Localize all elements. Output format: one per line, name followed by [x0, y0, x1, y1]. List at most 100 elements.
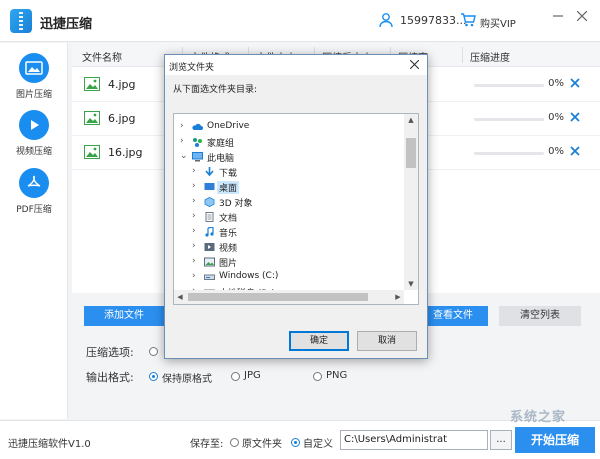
sidebar-item-label: 图片压缩	[15, 90, 52, 100]
progress-percent: 0%	[548, 78, 564, 89]
app-title: 迅捷压缩	[40, 17, 93, 32]
chevron-right-icon[interactable]: ›	[192, 271, 201, 281]
picture-icon	[204, 257, 215, 267]
save-option-label[interactable]: 自定义	[303, 435, 333, 450]
progress-bar	[474, 152, 544, 155]
tree-node[interactable]: ⌄ 此电脑	[180, 150, 380, 165]
chevron-right-icon[interactable]: ›	[192, 241, 201, 251]
pdf-icon	[19, 168, 49, 198]
progress-percent: 0%	[548, 146, 564, 157]
output-format-label: 输出格式:	[86, 371, 134, 384]
tree-node[interactable]: › Windows (C:)	[192, 270, 392, 285]
tree-node[interactable]: › 视频	[192, 240, 392, 255]
format-png-radio[interactable]	[313, 372, 322, 381]
save-option-label[interactable]: 原文件夹	[242, 435, 282, 450]
tree-node[interactable]: › 3D 对象	[192, 195, 392, 210]
scroll-down-icon[interactable]: ▼	[404, 278, 418, 290]
scroll-thumb[interactable]	[406, 138, 416, 168]
tree-node[interactable]: › 图片	[192, 255, 392, 270]
tree-node[interactable]: › 下载	[192, 165, 392, 180]
homegroup-icon	[192, 137, 203, 147]
add-file-button[interactable]: 添加文件	[84, 306, 164, 326]
scroll-left-icon[interactable]: ◀	[174, 290, 186, 304]
save-custom-radio[interactable]	[291, 438, 300, 447]
user-icon[interactable]	[378, 12, 394, 28]
browse-folder-dialog: 浏览文件夹 从下面选文件夹目录: › OneDrive › 家庭组 ⌄ 此电脑 › 下载 › 桌面…	[164, 54, 428, 359]
folder-tree[interactable]: › OneDrive › 家庭组 ⌄ 此电脑 › 下载 › 桌面 › 3D 对象 › 文档 › 音乐 › 视频 › 图…	[173, 113, 419, 305]
scroll-right-icon[interactable]: ▶	[392, 290, 404, 304]
chevron-right-icon[interactable]: ›	[192, 166, 201, 176]
start-compress-button[interactable]: 开始压缩	[515, 427, 595, 453]
chevron-right-icon[interactable]: ›	[192, 211, 201, 221]
format-option-label[interactable]: 保持原格式	[162, 370, 212, 385]
cloud-icon	[192, 122, 203, 132]
cube-icon	[204, 197, 215, 207]
chevron-right-icon[interactable]: ›	[180, 121, 189, 131]
close-icon	[570, 78, 580, 88]
image-file-icon	[84, 77, 100, 91]
sidebar-item-image-compress[interactable]: 图片压缩	[0, 53, 68, 109]
dialog-cancel-button[interactable]: 取消	[357, 331, 417, 351]
tree-node-label: 家庭组	[207, 139, 235, 149]
compress-option-radio[interactable]	[149, 347, 158, 356]
view-file-button[interactable]: 查看文件	[418, 306, 488, 326]
tree-node-label: Windows (C:)	[219, 271, 279, 281]
column-header: 文件名称	[82, 53, 122, 64]
save-to-label: 保存至:	[190, 439, 224, 450]
progress-bar	[474, 84, 544, 87]
chevron-right-icon[interactable]: ›	[192, 256, 201, 266]
tree-node-label: 音乐	[219, 229, 238, 239]
chevron-right-icon[interactable]: ›	[192, 226, 201, 236]
sidebar-item-video-compress[interactable]: 视频压缩	[0, 110, 68, 166]
progress-percent: 0%	[548, 112, 564, 123]
chevron-down-icon[interactable]: ⌄	[180, 151, 189, 161]
user-name[interactable]: 15997833...	[400, 14, 466, 27]
play-icon	[19, 110, 49, 140]
tree-node-label: 此电脑	[207, 154, 235, 164]
remove-file-button[interactable]	[570, 145, 580, 159]
tree-node-label: 图片	[219, 259, 238, 269]
buy-vip-link[interactable]: 购买VIP	[480, 15, 516, 30]
format-option-label[interactable]: PNG	[326, 370, 347, 381]
dialog-close-button[interactable]	[405, 57, 423, 73]
tree-vertical-scrollbar[interactable]: ▲ ▼	[404, 114, 418, 290]
scroll-thumb[interactable]	[188, 293, 368, 301]
music-icon	[204, 226, 215, 237]
minimize-button[interactable]	[548, 8, 568, 28]
tree-node[interactable]: › 桌面	[192, 180, 392, 195]
tree-node[interactable]: › 文档	[192, 210, 392, 225]
clear-list-button[interactable]: 清空列表	[499, 306, 581, 326]
save-original-folder-radio[interactable]	[230, 438, 239, 447]
format-option-label[interactable]: JPG	[244, 370, 261, 381]
tree-node[interactable]: › 音乐	[192, 225, 392, 240]
dialog-ok-button[interactable]: 确定	[289, 331, 349, 351]
image-file-icon	[84, 111, 100, 125]
app-version: 迅捷压缩软件V1.0	[8, 439, 91, 450]
download-icon	[204, 167, 215, 177]
scroll-up-icon[interactable]: ▲	[404, 114, 418, 126]
remove-file-button[interactable]	[570, 111, 580, 125]
tree-node-label: 3D 对象	[219, 199, 253, 209]
save-path-input[interactable]: C:\Users\Administrat	[340, 430, 488, 450]
vip-cart-icon[interactable]	[460, 12, 476, 28]
dialog-title-bar: 浏览文件夹	[165, 55, 427, 75]
tree-node[interactable]: › 家庭组	[180, 135, 380, 150]
close-window-button[interactable]	[572, 8, 592, 28]
remove-file-button[interactable]	[570, 77, 580, 91]
format-jpg-radio[interactable]	[231, 372, 240, 381]
sidebar-item-label: 视频压缩	[15, 147, 52, 157]
tree-horizontal-scrollbar[interactable]: ◀ ▶	[174, 290, 404, 304]
video-icon	[204, 242, 215, 252]
browse-path-button[interactable]: ...	[490, 430, 512, 450]
sidebar-item-label: PDF压缩	[16, 205, 52, 215]
sidebar-item-pdf-compress[interactable]: PDF压缩	[0, 168, 68, 224]
column-header: 压缩进度	[470, 53, 510, 64]
drive-icon	[204, 272, 215, 282]
tree-node[interactable]: › OneDrive	[180, 120, 380, 135]
chevron-right-icon[interactable]: ›	[180, 136, 189, 146]
tree-node-label: OneDrive	[207, 121, 250, 131]
sidebar: 图片压缩 视频压缩 PDF压缩	[0, 43, 68, 419]
format-keep-original-radio[interactable]	[149, 372, 158, 381]
chevron-right-icon[interactable]: ›	[192, 196, 201, 206]
chevron-right-icon[interactable]: ›	[192, 181, 201, 191]
